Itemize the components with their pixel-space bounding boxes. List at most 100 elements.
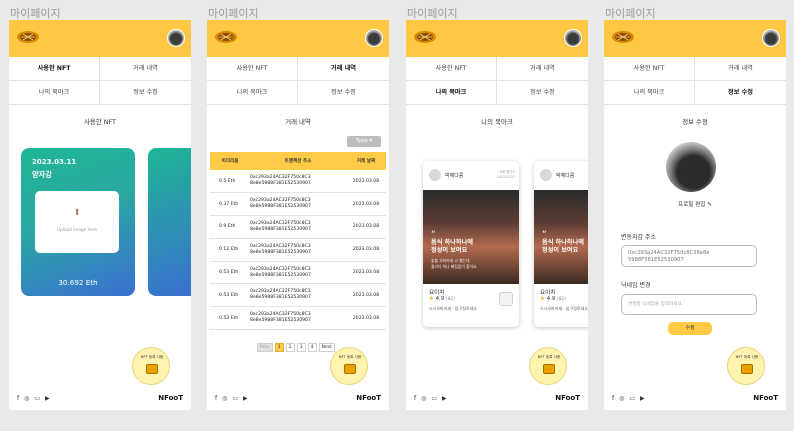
address-line: 8e8e5988F381E52530907 xyxy=(250,204,311,210)
tab-used-nft[interactable]: 사용한 NFT xyxy=(207,57,298,81)
user-avatar[interactable] xyxy=(564,29,582,47)
section-title: 거래 내역 xyxy=(285,118,311,126)
tab-edit-info[interactable]: 정보 수정 xyxy=(298,81,389,105)
headline-line: 정성이 보여요 xyxy=(542,247,579,254)
type-filter-button[interactable]: Type ▾ xyxy=(347,136,381,147)
youtube-icon[interactable]: ▶ xyxy=(640,395,645,402)
tab-used-nft[interactable]: 사용한 NFT xyxy=(9,57,100,81)
facebook-icon[interactable]: f xyxy=(17,395,19,402)
headline-line: 음식 하나하나에 xyxy=(542,239,585,246)
chat-icon[interactable]: ▭ xyxy=(34,395,40,402)
nft-register-button[interactable]: NFT 등록 사용 xyxy=(330,347,368,385)
facebook-icon[interactable]: f xyxy=(215,395,217,402)
footer-social: f ◎ ▭ ▶ xyxy=(414,395,447,402)
review-headline: 음식 하나하나에 정성이 보여요 xyxy=(542,239,584,255)
date-cell: 2023.03.08 xyxy=(346,215,386,239)
frame-label: 마이페이지 xyxy=(10,7,61,20)
address-cell: 0xc293a24AC32F750c8C3 8e8e5988F381E525309… xyxy=(250,306,346,331)
chat-icon[interactable]: ▭ xyxy=(629,395,635,402)
tab-transactions[interactable]: 거래 내역 xyxy=(497,57,588,81)
tab-bookmarks[interactable]: 나의 북마크 xyxy=(406,81,497,105)
tab-transactions[interactable]: 거래 내역 xyxy=(298,57,389,81)
table-row[interactable]: 0.5 Eth 0xc293a24AC32F750c8C3 8e8e5988F381… xyxy=(210,170,386,194)
table-row[interactable]: 0.53 Eth 0xc293a24AC32F750c8C3 8e8e5988F38… xyxy=(210,306,386,331)
tab-edit-info[interactable]: 정보 수정 xyxy=(100,81,191,105)
wallet-address-field[interactable]: 0xc293a24AC32F750c8C38e8e 5988F381E52530… xyxy=(621,245,757,267)
tab-edit-info[interactable]: 정보 수정 xyxy=(497,81,588,105)
prev-page-button[interactable]: Prev xyxy=(257,343,273,352)
nft-register-label: NFT 등록 사용 xyxy=(735,355,759,359)
nft-card-next[interactable] xyxy=(148,148,191,296)
facebook-icon[interactable]: f xyxy=(414,395,416,402)
chat-icon[interactable]: ▭ xyxy=(232,395,238,402)
tab-transactions[interactable]: 거래 내역 xyxy=(695,57,786,81)
header-bar xyxy=(604,20,786,57)
profile-image[interactable] xyxy=(666,142,716,192)
amount-cell: 0.53 Eth xyxy=(210,283,250,308)
date-cell: 2023.03.08 xyxy=(346,238,386,262)
wallet-address-label: 변동지갑 주소 xyxy=(621,234,657,241)
column-header: 트랜잭션 주소 xyxy=(250,152,346,170)
nickname-input[interactable]: 변경할 닉네임을 입력하세요. xyxy=(621,294,757,315)
nft-date: 2023.03.11 xyxy=(32,158,77,166)
headline-line: 음식 하나하나에 xyxy=(431,239,474,246)
table-row[interactable]: 0.37 Eth 0xc293a24AC32F750c8C3 8e8e5988F38… xyxy=(210,192,386,217)
address-cell: 0xc293a24AC32F750c8C3 8e8e5988F381E525309… xyxy=(250,170,346,194)
tab-edit-info[interactable]: 정보 수정 xyxy=(695,81,786,105)
logo-icon[interactable] xyxy=(413,29,437,47)
table-row[interactable]: 0.53 Eth 0xc293a24AC32F750c8C3 8e8e5988F38… xyxy=(210,283,386,308)
tab-used-nft[interactable]: 사용한 NFT xyxy=(406,57,497,81)
instagram-icon[interactable]: ◎ xyxy=(421,395,426,402)
nft-register-button[interactable]: NFT 등록 사용 xyxy=(529,347,567,385)
amount-cell: 0.9 Eth xyxy=(210,215,250,239)
instagram-icon[interactable]: ◎ xyxy=(24,395,29,402)
user-avatar[interactable] xyxy=(167,29,185,47)
bookmark-card-next[interactable]: 박예다콩 “ 음식 하나하나에 정성이 보여요 요이치 ★ 4.9 (82) 스… xyxy=(534,161,588,327)
tab-bookmarks[interactable]: 나의 북마크 xyxy=(9,81,100,105)
mypage-tabs: 사용한 NFT 거래 내역 나의 북마크 정보 수정 xyxy=(406,57,588,105)
instagram-icon[interactable]: ◎ xyxy=(619,395,624,402)
page-button[interactable]: 4 xyxy=(307,343,317,352)
logo-icon[interactable] xyxy=(16,29,40,47)
tab-used-nft[interactable]: 사용한 NFT xyxy=(604,57,695,81)
tab-bookmarks[interactable]: 나의 북마크 xyxy=(604,81,695,105)
logo-icon[interactable] xyxy=(214,29,238,47)
instagram-icon[interactable]: ◎ xyxy=(222,395,227,402)
profile-edit-button[interactable]: 프로필 편집 ✎ xyxy=(604,200,786,208)
chat-icon[interactable]: ▭ xyxy=(431,395,437,402)
bookmark-toggle-button[interactable] xyxy=(499,292,513,306)
logo-icon[interactable] xyxy=(611,29,635,47)
footer-social: f ◎ ▭ ▶ xyxy=(17,395,50,402)
address-line: 8e8e5988F381E52530907 xyxy=(250,226,311,232)
brand-logo: NFooT xyxy=(753,394,778,402)
youtube-icon[interactable]: ▶ xyxy=(45,395,50,402)
table-row[interactable]: 0.12 Eth 0xc293a24AC32F750c8C3 8e8e5988F38… xyxy=(210,238,386,262)
page-button[interactable]: 2 xyxy=(285,343,295,352)
tab-transactions[interactable]: 거래 내역 xyxy=(100,57,191,81)
nft-card[interactable]: 2023.03.11 양자강 ⬆ Upload image here 30.69… xyxy=(21,148,135,296)
excerpt-line: 퀄리티 하나 빠짐없이 좋아요 xyxy=(431,263,477,269)
brand-logo: NFooT xyxy=(555,394,580,402)
page-button[interactable]: 1 xyxy=(274,343,284,352)
rating: ★ 4.9 (82) xyxy=(540,296,566,302)
nft-register-button[interactable]: NFT 등록 사용 xyxy=(727,347,765,385)
rating-count: (82) xyxy=(556,297,566,302)
mypage-tabs: 사용한 NFT 거래 내역 나의 북마크 정보 수정 xyxy=(9,57,191,105)
facebook-icon[interactable]: f xyxy=(612,395,614,402)
image-upload-box[interactable]: ⬆ Upload image here xyxy=(35,191,119,253)
table-row[interactable]: 0.53 Eth 0xc293a24AC32F750c8C3 8e8e5988F38… xyxy=(210,261,386,285)
page-button[interactable]: 3 xyxy=(296,343,306,352)
next-page-button[interactable]: Next xyxy=(318,343,335,352)
youtube-icon[interactable]: ▶ xyxy=(243,395,248,402)
address-cell: 0xc293a24AC32F750c8C3 8e8e5988F381E525309… xyxy=(250,261,346,285)
nft-register-button[interactable]: NFT 등록 사용 xyxy=(132,347,170,385)
youtube-icon[interactable]: ▶ xyxy=(442,395,447,402)
bookmark-card[interactable]: 박예다콩 서울 용산구 2023.03.22 “ 음식 하나하나에 정성이 보여… xyxy=(423,161,519,327)
user-avatar[interactable] xyxy=(762,29,780,47)
user-avatar[interactable] xyxy=(365,29,383,47)
address-line: 8e8e5988F381E52530907 xyxy=(250,295,311,301)
table-row[interactable]: 0.9 Eth 0xc293a24AC32F750c8C3 8e8e5988F381… xyxy=(210,215,386,239)
tab-bookmarks[interactable]: 나의 북마크 xyxy=(207,81,298,105)
address-cell: 0xc293a24AC32F750c8C3 8e8e5988F381E525309… xyxy=(250,192,346,217)
submit-button[interactable]: 수정 xyxy=(668,322,712,335)
